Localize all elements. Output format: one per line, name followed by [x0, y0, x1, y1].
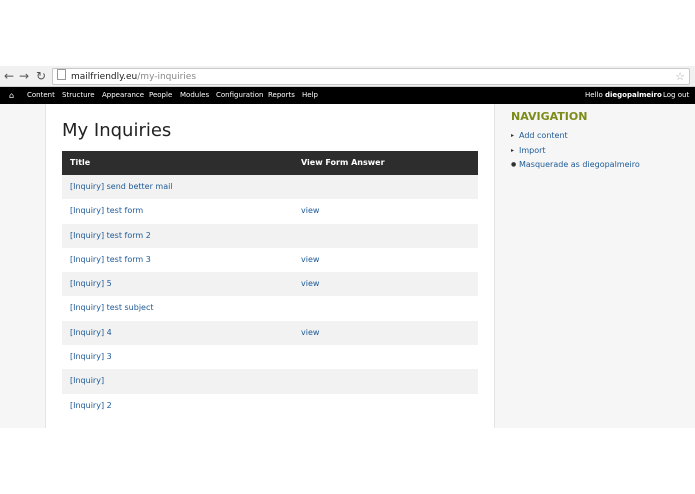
column-header-title: Title	[70, 158, 91, 167]
forward-icon[interactable]: →	[19, 69, 29, 83]
view-link[interactable]: view	[301, 255, 319, 264]
inquiry-title-link[interactable]: [Inquiry] 2	[70, 401, 112, 410]
column-header-view-form-answer: View Form Answer	[301, 158, 385, 167]
nav-item-add-content[interactable]: ▸ Add content	[511, 129, 640, 144]
navigation-block: NAVIGATION ▸ Add content ▸ Import ● Masquer…	[511, 110, 640, 173]
username[interactable]: diegopalmeiro	[605, 91, 662, 99]
nav-item-label[interactable]: Add content	[519, 131, 568, 140]
table-row: [Inquiry] test form 3 view	[62, 247, 478, 273]
inquiry-title-link[interactable]: [Inquiry]	[70, 376, 104, 385]
admin-menu-people[interactable]: People	[149, 87, 172, 104]
inquiry-title-link[interactable]: [Inquiry] 4	[70, 328, 112, 337]
reload-icon[interactable]: ↻	[36, 69, 46, 83]
nav-item-import[interactable]: ▸ Import	[511, 144, 640, 159]
main-content: My Inquiries Title View Form Answer [Inq…	[45, 104, 495, 428]
page-title: My Inquiries	[62, 120, 172, 141]
admin-menu-modules[interactable]: Modules	[180, 87, 209, 104]
admin-menu-reports[interactable]: Reports	[268, 87, 295, 104]
back-icon[interactable]: ←	[4, 69, 14, 83]
view-link[interactable]: view	[301, 206, 319, 215]
admin-toolbar: ⌂ Content Structure Appearance People Mo…	[0, 87, 695, 104]
admin-menu-structure[interactable]: Structure	[62, 87, 95, 104]
table-row: [Inquiry] send better mail	[62, 175, 478, 200]
inquiry-title-link[interactable]: [Inquiry] 3	[70, 352, 112, 361]
logout-link[interactable]: Log out	[663, 87, 689, 104]
greeting-prefix: Hello	[585, 91, 603, 99]
nav-item-masquerade[interactable]: ● Masquerade as diegopalmeiro	[511, 158, 640, 173]
table-row: [Inquiry] 3	[62, 345, 478, 370]
table-row: [Inquiry] 2	[62, 393, 478, 418]
inquiry-title-link[interactable]: [Inquiry] 5	[70, 279, 112, 288]
table-row: [Inquiry] test subject	[62, 296, 478, 321]
table-row: [Inquiry] test form view	[62, 199, 478, 224]
admin-menu-appearance[interactable]: Appearance	[102, 87, 144, 104]
table-row: [Inquiry] test form 2	[62, 223, 478, 248]
page-icon	[57, 69, 66, 80]
view-link[interactable]: view	[301, 328, 319, 337]
nav-item-label[interactable]: Masquerade as diegopalmeiro	[519, 160, 640, 169]
table-row: [Inquiry]	[62, 369, 478, 394]
user-greeting: Hello diegopalmeiro	[585, 87, 662, 104]
admin-menu-content[interactable]: Content	[27, 87, 55, 104]
table-header: Title View Form Answer	[62, 151, 478, 175]
admin-menu-help[interactable]: Help	[302, 87, 318, 104]
address-bar[interactable]: mailfriendly.eu/my-inquiries ☆	[52, 68, 690, 85]
admin-menu-configuration[interactable]: Configuration	[216, 87, 263, 104]
browser-toolbar: ← → ↻ mailfriendly.eu/my-inquiries ☆	[0, 66, 695, 87]
navigation-heading: NAVIGATION	[511, 110, 588, 123]
dot-bullet-icon: ●	[511, 161, 517, 168]
table-row: [Inquiry] 4 view	[62, 320, 478, 346]
arrow-bullet-icon: ▸	[511, 132, 515, 139]
inquiry-title-link[interactable]: [Inquiry] test form 2	[70, 231, 151, 240]
nav-item-label[interactable]: Import	[519, 146, 546, 155]
navigation-menu: ▸ Add content ▸ Import ● Masquerade as dieg…	[511, 129, 640, 173]
url-path: /my-inquiries	[137, 72, 197, 82]
view-link[interactable]: view	[301, 279, 319, 288]
page-body: My Inquiries Title View Form Answer [Inq…	[0, 104, 695, 428]
url-domain: mailfriendly.eu	[71, 72, 138, 82]
table-body: [Inquiry] send better mail [Inquiry] tes…	[62, 175, 478, 418]
inquiry-title-link[interactable]: [Inquiry] send better mail	[70, 182, 173, 191]
table-row: [Inquiry] 5 view	[62, 272, 478, 297]
inquiries-table: Title View Form Answer [Inquiry] send be…	[62, 151, 478, 418]
arrow-bullet-icon: ▸	[511, 146, 515, 154]
bookmark-star-icon[interactable]: ☆	[675, 69, 685, 84]
inquiry-title-link[interactable]: [Inquiry] test subject	[70, 303, 154, 312]
home-icon[interactable]: ⌂	[9, 87, 14, 104]
inquiry-title-link[interactable]: [Inquiry] test form 3	[70, 255, 151, 264]
inquiry-title-link[interactable]: [Inquiry] test form	[70, 206, 143, 215]
